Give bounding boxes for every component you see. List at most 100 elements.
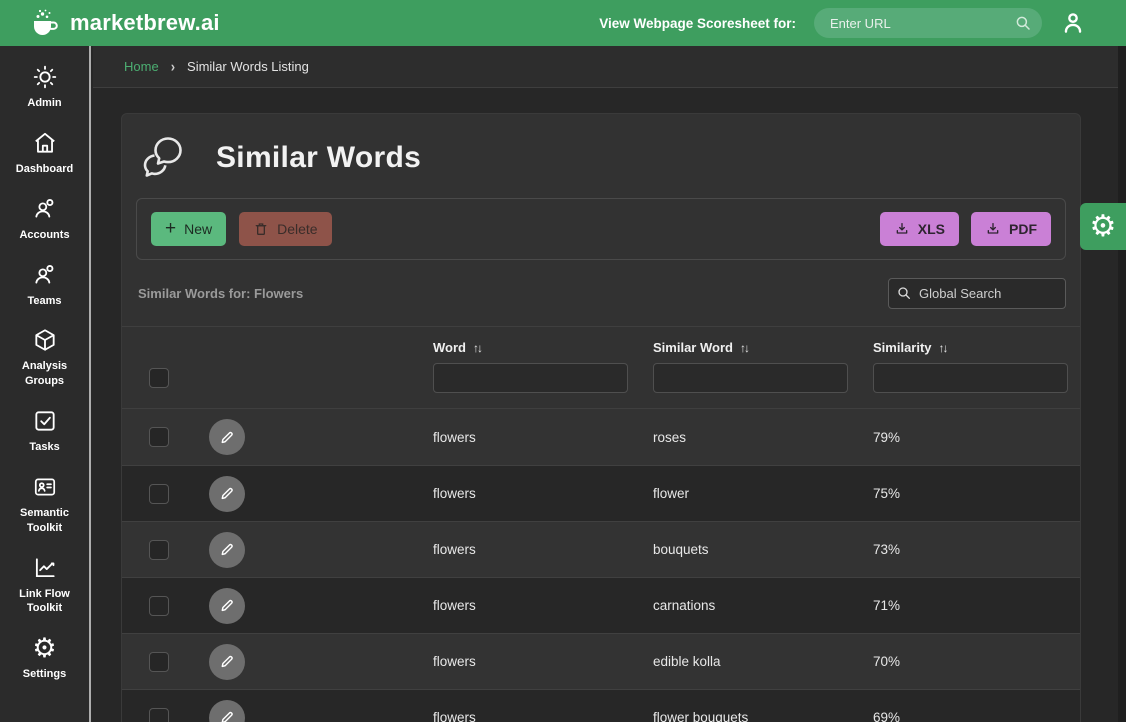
word-cell: flowers (433, 598, 653, 613)
row-checkbox[interactable] (149, 596, 169, 616)
edit-button[interactable] (209, 700, 245, 722)
similarity-cell: 69% (873, 710, 1080, 722)
row-checkbox[interactable] (149, 652, 169, 672)
select-all-checkbox[interactable] (149, 368, 169, 388)
breadcrumb-home-link[interactable]: Home (124, 59, 159, 74)
edit-button[interactable] (209, 476, 245, 512)
similarity-filter-input[interactable] (873, 363, 1068, 393)
table-row: flowers carnations 71% (122, 577, 1080, 633)
delete-button-label: Delete (277, 221, 317, 237)
word-cell: flowers (433, 710, 653, 722)
scrollbar-track[interactable] (1118, 46, 1126, 722)
export-pdf-button[interactable]: PDF (971, 212, 1051, 246)
breadcrumb: Home › Similar Words Listing (93, 46, 1126, 88)
similar-word-cell: edible kolla (653, 654, 873, 669)
url-input-wrap (814, 8, 1042, 38)
export-xls-button[interactable]: XLS (880, 212, 959, 246)
table-row: flowers edible kolla 70% (122, 633, 1080, 689)
sidebar-label: Dashboard (16, 162, 73, 177)
breadcrumb-current: Similar Words Listing (187, 59, 309, 74)
scoresheet-label: View Webpage Scoresheet for: (599, 16, 796, 31)
table-row: flowers roses 79% (122, 409, 1080, 465)
sidebar-item-admin[interactable]: Admin (3, 64, 87, 111)
sort-icon[interactable]: ↑↓ (473, 341, 481, 355)
cube-icon (32, 327, 58, 353)
sidebar-label: Accounts (19, 228, 69, 243)
word-cell: flowers (433, 542, 653, 557)
person-icon (1060, 10, 1086, 36)
sidebar-item-analysis-groups[interactable]: Analysis Groups (3, 327, 87, 389)
checkbox-icon (32, 408, 58, 434)
delete-button[interactable]: Delete (239, 212, 331, 246)
column-header-similar-word[interactable]: Similar Word ↑↓ (653, 340, 873, 355)
similarity-cell: 70% (873, 654, 1080, 669)
settings-flyout-button[interactable]: ⚙ (1080, 203, 1126, 250)
sidebar-item-semantic-toolkit[interactable]: Semantic Toolkit (3, 474, 87, 536)
sidebar: Admin Dashboard Accounts Teams (0, 46, 91, 722)
sidebar-item-accounts[interactable]: Accounts (3, 196, 87, 243)
brand-logo[interactable]: marketbrew.ai (28, 8, 220, 38)
similarity-cell: 79% (873, 430, 1080, 445)
sort-icon[interactable]: ↑↓ (740, 341, 748, 355)
row-checkbox[interactable] (149, 540, 169, 560)
sidebar-label: Semantic Toolkit (3, 506, 87, 536)
global-search-wrap (888, 278, 1066, 309)
row-checkbox[interactable] (149, 708, 169, 722)
word-cell: flowers (433, 430, 653, 445)
global-search-input[interactable] (888, 278, 1066, 309)
sort-icon[interactable]: ↑↓ (939, 341, 947, 355)
new-button-label: New (184, 221, 212, 237)
home-icon (32, 130, 58, 156)
edit-button[interactable] (209, 532, 245, 568)
coffee-cup-icon (28, 8, 62, 38)
chat-bubbles-icon (138, 134, 188, 182)
table-header: Word ↑↓ Similar Word ↑↓ Similarity ↑↓ (122, 326, 1080, 409)
sidebar-label: Tasks (29, 440, 59, 455)
row-checkbox[interactable] (149, 427, 169, 447)
column-label: Word (433, 340, 466, 355)
pencil-icon (219, 653, 236, 670)
sidebar-item-link-flow-toolkit[interactable]: Link Flow Toolkit (3, 555, 87, 617)
download-icon (985, 221, 1001, 237)
table-subtitle: Similar Words for: Flowers (138, 286, 303, 301)
word-filter-input[interactable] (433, 363, 628, 393)
table-row: flowers flower bouquets 69% (122, 689, 1080, 722)
similar-word-filter-input[interactable] (653, 363, 848, 393)
pencil-icon (219, 541, 236, 558)
similarity-cell: 75% (873, 486, 1080, 501)
column-label: Similar Word (653, 340, 733, 355)
new-button[interactable]: + New (151, 212, 226, 246)
sidebar-label: Admin (27, 96, 61, 111)
pencil-icon (219, 709, 236, 722)
user-account-button[interactable] (1060, 10, 1086, 36)
column-header-similarity[interactable]: Similarity ↑↓ (873, 340, 1080, 355)
sidebar-item-teams[interactable]: Teams (3, 262, 87, 309)
chevron-right-icon: › (171, 58, 175, 75)
edit-button[interactable] (209, 419, 245, 455)
similar-word-cell: flower bouquets (653, 710, 873, 722)
sidebar-item-dashboard[interactable]: Dashboard (3, 130, 87, 177)
column-label: Similarity (873, 340, 932, 355)
id-card-icon (32, 474, 58, 500)
trash-icon (253, 221, 269, 237)
row-checkbox[interactable] (149, 484, 169, 504)
users-icon (32, 196, 58, 222)
line-chart-icon (32, 555, 58, 581)
url-input[interactable] (814, 8, 1042, 38)
column-header-word[interactable]: Word ↑↓ (433, 340, 653, 355)
brand-name: marketbrew.ai (70, 10, 220, 36)
similar-word-cell: flower (653, 486, 873, 501)
search-icon[interactable] (1014, 14, 1032, 32)
edit-button[interactable] (209, 588, 245, 624)
sun-icon (32, 64, 58, 90)
sidebar-item-tasks[interactable]: Tasks (3, 408, 87, 455)
search-icon (896, 285, 912, 301)
edit-button[interactable] (209, 644, 245, 680)
sidebar-label: Teams (27, 294, 61, 309)
similarity-cell: 71% (873, 598, 1080, 613)
top-header: marketbrew.ai View Webpage Scoresheet fo… (0, 0, 1126, 46)
similar-word-cell: carnations (653, 598, 873, 613)
gear-icon: ⚙ (32, 635, 56, 661)
sidebar-label: Link Flow Toolkit (3, 587, 87, 617)
sidebar-item-settings[interactable]: ⚙ Settings (3, 635, 87, 682)
